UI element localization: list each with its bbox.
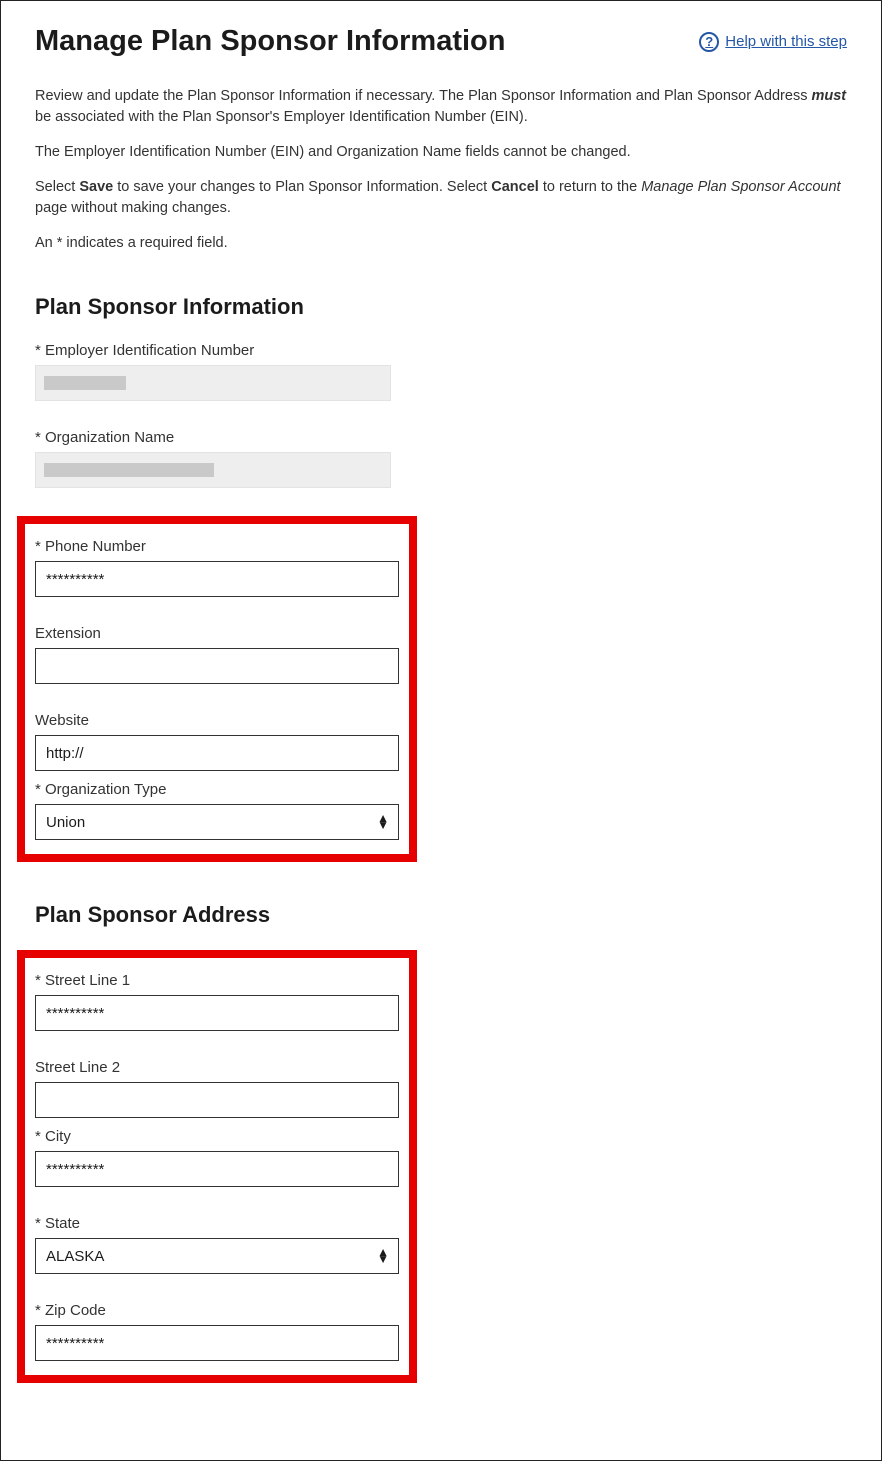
page-header: Manage Plan Sponsor Information ? Help w… <box>35 25 847 58</box>
intro-p3: Select Save to save your changes to Plan… <box>35 177 847 219</box>
orgname-label: * Organization Name <box>35 429 391 446</box>
intro-p4: An * indicates a required field. <box>35 233 847 254</box>
street1-field-block: * Street Line 1 <box>35 972 399 1031</box>
ein-readonly <box>35 365 391 401</box>
page-title: Manage Plan Sponsor Information <box>35 25 506 58</box>
help-link[interactable]: ? Help with this step <box>699 32 847 52</box>
state-field-block: * State ALASKA ▲▼ <box>35 1215 399 1274</box>
phone-label: * Phone Number <box>35 538 399 555</box>
street2-label: Street Line 2 <box>35 1059 399 1076</box>
state-select[interactable]: ALASKA <box>35 1238 399 1274</box>
ein-field-block: * Employer Identification Number <box>35 342 391 401</box>
extension-input[interactable] <box>35 648 399 684</box>
help-icon: ? <box>699 32 719 52</box>
website-input[interactable] <box>35 735 399 771</box>
city-label: * City <box>35 1128 399 1145</box>
extension-field-block: Extension <box>35 625 399 684</box>
website-field-block: Website <box>35 712 399 771</box>
orgtype-field-block: * Organization Type Union ▲▼ <box>35 781 399 840</box>
street1-label: * Street Line 1 <box>35 972 399 989</box>
orgtype-select[interactable]: Union <box>35 804 399 840</box>
street2-input[interactable] <box>35 1082 399 1118</box>
section-info-title: Plan Sponsor Information <box>35 294 847 320</box>
zip-field-block: * Zip Code <box>35 1302 399 1361</box>
zip-input[interactable] <box>35 1325 399 1361</box>
section-addr-title: Plan Sponsor Address <box>35 902 847 928</box>
extension-label: Extension <box>35 625 399 642</box>
addr-highlight-box: * Street Line 1 Street Line 2 * City * S… <box>17 950 417 1383</box>
intro-p2: The Employer Identification Number (EIN)… <box>35 142 847 163</box>
ein-redacted-value <box>44 376 126 390</box>
phone-field-block: * Phone Number <box>35 538 399 597</box>
city-field-block: * City <box>35 1128 399 1187</box>
orgtype-label: * Organization Type <box>35 781 399 798</box>
city-input[interactable] <box>35 1151 399 1187</box>
website-label: Website <box>35 712 399 729</box>
info-form: * Employer Identification Number * Organ… <box>35 342 391 862</box>
zip-label: * Zip Code <box>35 1302 399 1319</box>
intro-p1: Review and update the Plan Sponsor Infor… <box>35 86 847 128</box>
state-label: * State <box>35 1215 399 1232</box>
orgname-readonly <box>35 452 391 488</box>
page-container: Manage Plan Sponsor Information ? Help w… <box>0 0 882 1461</box>
ein-label: * Employer Identification Number <box>35 342 391 359</box>
phone-input[interactable] <box>35 561 399 597</box>
help-link-label: Help with this step <box>725 33 847 50</box>
street2-field-block: Street Line 2 <box>35 1059 399 1118</box>
orgname-redacted-value <box>44 463 214 477</box>
addr-form: * Street Line 1 Street Line 2 * City * S… <box>35 950 391 1383</box>
orgname-field-block: * Organization Name <box>35 429 391 488</box>
street1-input[interactable] <box>35 995 399 1031</box>
info-highlight-box: * Phone Number Extension Website * Organ… <box>17 516 417 862</box>
